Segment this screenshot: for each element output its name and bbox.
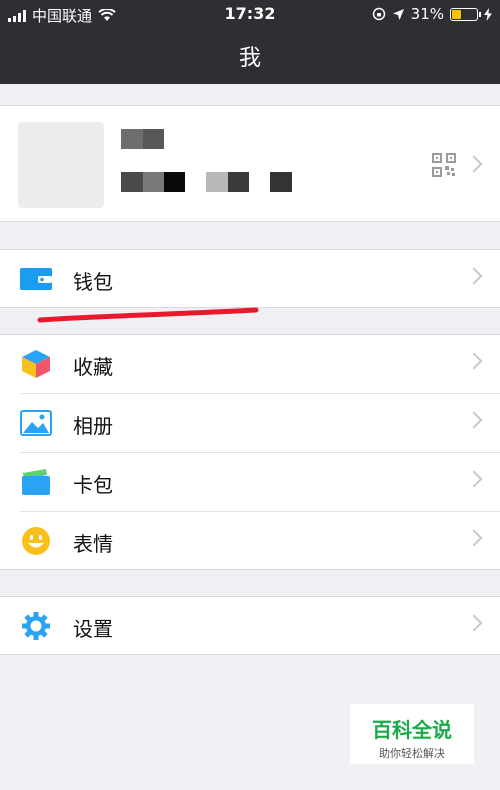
rotation-lock-icon xyxy=(372,7,385,21)
menu-item-stickers[interactable]: 表情 xyxy=(0,512,500,570)
smiley-icon xyxy=(22,527,50,555)
chevron-right-icon xyxy=(465,470,483,488)
chevron-right-icon xyxy=(465,267,483,285)
menu-label-favorites: 收藏 xyxy=(73,355,113,379)
avatar[interactable] xyxy=(18,122,104,208)
menu-item-album[interactable]: 相册 xyxy=(0,394,500,452)
menu-item-card-pack[interactable]: 卡包 xyxy=(0,453,500,511)
profile-card[interactable] xyxy=(0,105,500,222)
wallet-icon xyxy=(20,268,52,290)
watermark-title: 百科全说 xyxy=(372,718,452,742)
menu-item-settings[interactable]: 设置 xyxy=(0,597,500,655)
charging-icon xyxy=(484,7,492,21)
battery-percent: 31% xyxy=(410,5,444,23)
chevron-right-icon xyxy=(465,411,483,429)
chevron-right-icon xyxy=(465,352,483,370)
menu-label-stickers: 表情 xyxy=(73,532,113,556)
location-icon xyxy=(392,8,404,20)
menu-item-wallet[interactable]: 钱包 xyxy=(0,250,500,308)
wallet-section: 钱包 xyxy=(0,249,500,308)
battery-icon xyxy=(450,7,481,21)
menu-label-settings: 设置 xyxy=(73,617,113,641)
annotation-underline xyxy=(37,307,259,323)
watermark-subtitle: 助你轻松解决 xyxy=(379,747,445,760)
menu-label-album: 相册 xyxy=(73,414,113,438)
qr-code-icon[interactable] xyxy=(432,153,456,177)
chevron-right-icon xyxy=(465,614,483,632)
features-section: 收藏 相册 卡包 表情 xyxy=(0,334,500,570)
menu-label-card-pack: 卡包 xyxy=(73,473,113,497)
album-icon xyxy=(20,410,52,436)
top-bar: 中国联通 17:32 31% 我 xyxy=(0,0,500,84)
favorites-cube-icon xyxy=(22,350,50,378)
chevron-right-icon xyxy=(465,155,483,173)
page-title: 我 xyxy=(238,46,261,71)
settings-section: 设置 xyxy=(0,596,500,655)
watermark-logo: 百科全说 助你轻松解决 xyxy=(350,704,474,764)
card-pack-icon xyxy=(22,469,50,495)
gear-icon xyxy=(22,612,50,640)
menu-label-wallet: 钱包 xyxy=(73,270,113,294)
menu-item-favorites[interactable]: 收藏 xyxy=(0,335,500,393)
chevron-right-icon xyxy=(465,529,483,547)
status-bar: 中国联通 17:32 31% xyxy=(0,0,500,28)
